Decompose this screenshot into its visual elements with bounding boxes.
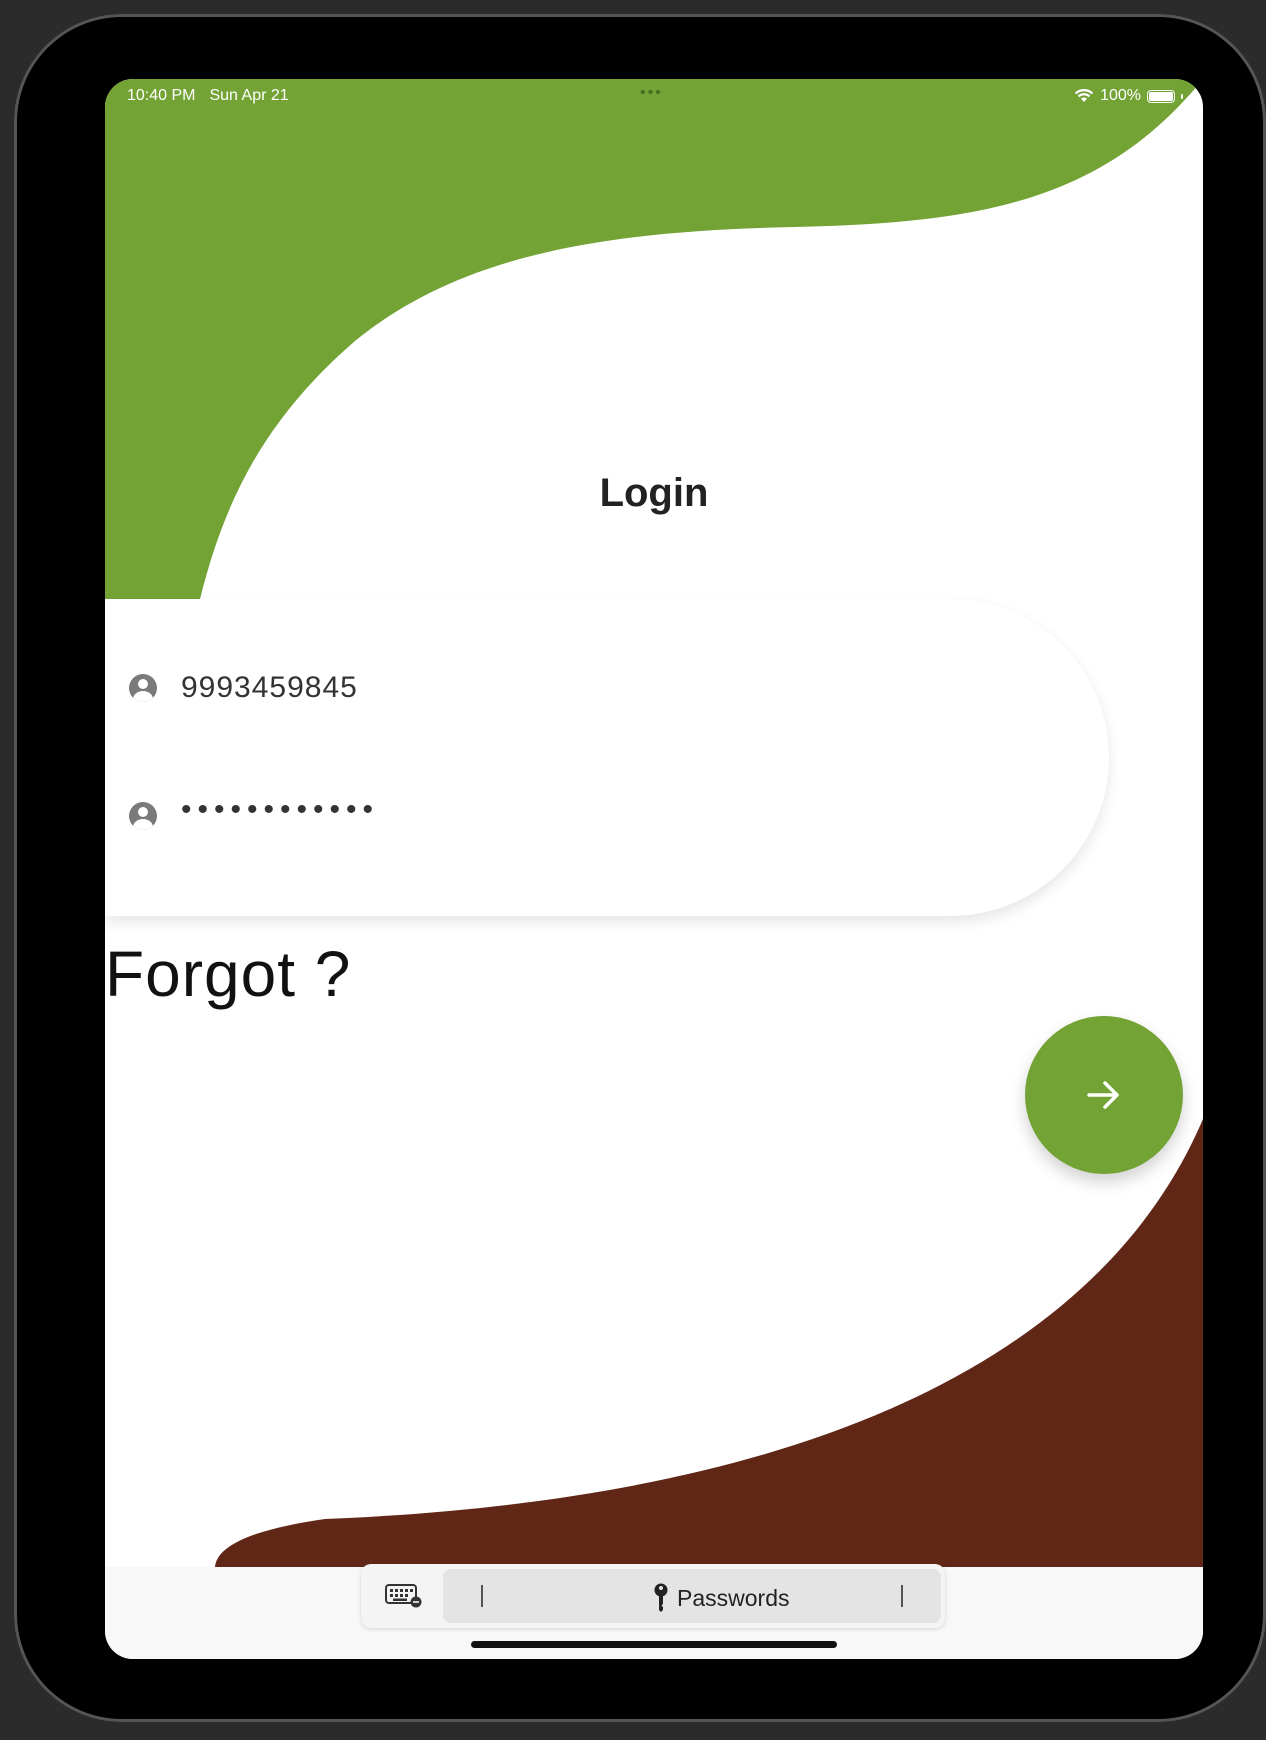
key-icon xyxy=(654,1583,668,1612)
separator xyxy=(481,1585,483,1607)
status-date: Sun Apr 21 xyxy=(209,87,289,104)
battery-icon xyxy=(1147,89,1175,103)
multitasking-dots-icon[interactable]: ••• xyxy=(640,84,663,102)
arrow-right-icon xyxy=(1087,1081,1119,1109)
password-field[interactable]: •••••••••••• xyxy=(129,793,379,833)
username-input[interactable]: 9993459845 xyxy=(181,671,358,705)
separator xyxy=(901,1585,903,1607)
login-card: 9993459845 •••••••••••• xyxy=(105,599,1109,916)
person-icon xyxy=(129,802,157,830)
tablet-frame: 10:40 PM Sun Apr 21 ••• 100% Login 99934… xyxy=(14,14,1266,1722)
submit-button[interactable] xyxy=(1025,1016,1183,1174)
passwords-label: Passwords xyxy=(677,1584,790,1611)
status-bar: 10:40 PM Sun Apr 21 ••• 100% xyxy=(105,79,1203,113)
battery-percent: 100% xyxy=(1100,87,1141,104)
app-screen: 10:40 PM Sun Apr 21 ••• 100% Login 99934… xyxy=(105,79,1203,1659)
password-input[interactable]: •••••••••••• xyxy=(181,793,379,827)
keyboard-shortcut-bar: Passwords xyxy=(361,1564,945,1628)
battery-tip xyxy=(1181,93,1183,99)
forgot-password-link[interactable]: Forgot ? xyxy=(105,937,351,1011)
passwords-suggestion[interactable]: Passwords xyxy=(443,1569,941,1623)
person-icon xyxy=(129,674,157,702)
status-time: 10:40 PM xyxy=(127,87,196,104)
username-field[interactable]: 9993459845 xyxy=(129,671,358,705)
keyboard-icon[interactable] xyxy=(385,1584,423,1608)
page-title: Login xyxy=(599,471,709,515)
brown-wave xyxy=(215,1119,1203,1567)
wifi-icon xyxy=(1074,89,1094,102)
green-wave xyxy=(105,79,1203,599)
home-indicator[interactable] xyxy=(471,1641,837,1648)
